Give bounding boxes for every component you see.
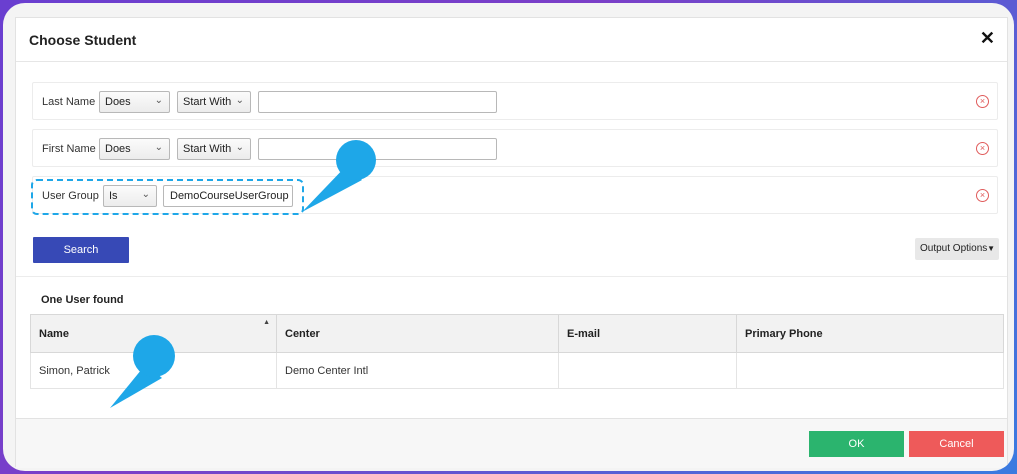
choose-student-dialog: Choose Student ✕ Last Name Does ⌄ Start … (15, 17, 1008, 468)
operator-value: Does (105, 96, 131, 108)
dialog-title: Choose Student (29, 32, 137, 48)
highlight-callout-box (31, 179, 304, 215)
dialog-header: Choose Student ✕ (16, 18, 1007, 62)
cell-email (558, 352, 737, 389)
condition-select[interactable]: Start With ⌄ (177, 138, 251, 160)
output-options-label: Output Options (920, 243, 988, 254)
last-name-input[interactable] (258, 91, 497, 113)
remove-filter-icon[interactable]: × (976, 189, 989, 202)
column-header-email[interactable]: E-mail (558, 314, 737, 353)
filter-row-first-name: First Name Does ⌄ Start With ⌄ × (32, 129, 998, 167)
callout-pointer-icon (302, 140, 376, 212)
chevron-down-icon: ⌄ (154, 142, 163, 153)
ok-button[interactable]: OK (809, 431, 904, 457)
output-options-button[interactable]: Output Options ▼ (915, 238, 999, 260)
column-header-center[interactable]: Center (276, 314, 559, 353)
operator-value: Does (105, 143, 131, 155)
sort-up-icon: ▲ (263, 319, 270, 326)
callout-pointer-icon (110, 335, 175, 408)
chevron-down-icon: ⌄ (235, 142, 244, 153)
operator-select[interactable]: Does ⌄ (99, 138, 170, 160)
screenshot-frame: Choose Student ✕ Last Name Does ⌄ Start … (3, 3, 1014, 471)
condition-value: Start With (183, 96, 232, 108)
column-label: E-mail (567, 327, 601, 340)
cell-phone (736, 352, 1004, 389)
condition-select[interactable]: Start With ⌄ (177, 91, 251, 113)
dialog-footer: OK Cancel (16, 419, 1007, 468)
cancel-button[interactable]: Cancel (909, 431, 1004, 457)
cell-center: Demo Center Intl (276, 352, 559, 389)
chevron-down-icon: ⌄ (235, 95, 244, 106)
results-count: One User found (41, 294, 124, 306)
filter-row-last-name: Last Name Does ⌄ Start With ⌄ × (32, 82, 998, 120)
filter-label: Last Name (42, 96, 96, 108)
column-label: Primary Phone (745, 327, 823, 340)
close-icon[interactable]: ✕ (980, 28, 995, 49)
column-label: Name (39, 327, 69, 340)
operator-select[interactable]: Does ⌄ (99, 91, 170, 113)
remove-filter-icon[interactable]: × (976, 142, 989, 155)
column-header-primary-phone[interactable]: Primary Phone (736, 314, 1004, 353)
caret-down-icon: ▼ (987, 244, 995, 253)
divider (16, 276, 1007, 277)
chevron-down-icon: ⌄ (154, 95, 163, 106)
search-button[interactable]: Search (33, 237, 129, 263)
filter-label: First Name (42, 143, 96, 155)
remove-filter-icon[interactable]: × (976, 95, 989, 108)
condition-value: Start With (183, 143, 232, 155)
column-label: Center (285, 327, 320, 340)
